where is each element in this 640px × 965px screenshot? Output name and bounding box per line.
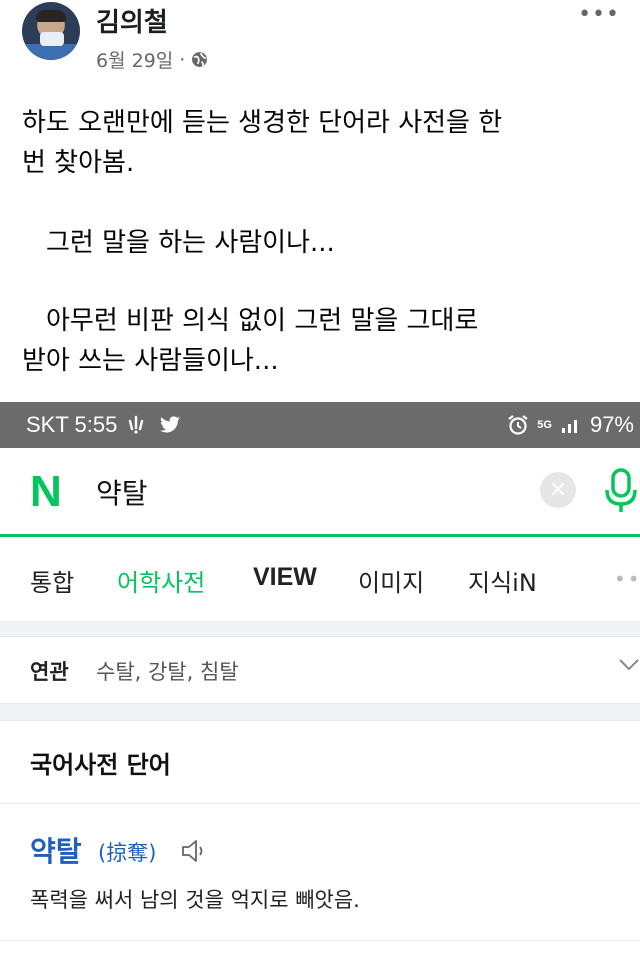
- phone-status-bar: SKT 5:55 5G 97%: [0, 402, 640, 448]
- post-date[interactable]: 6월 29일: [96, 46, 173, 73]
- alarm-icon: [508, 415, 528, 435]
- status-left: SKT 5:55: [26, 412, 181, 438]
- tab-integrated[interactable]: 통합: [30, 563, 74, 598]
- post-paragraph-2: 그런 말을 하는 사람이나...: [22, 223, 622, 263]
- tab-view[interactable]: VIEW: [253, 563, 317, 592]
- dictionary-definition: 폭력을 써서 남의 것을 억지로 빼앗음.: [30, 888, 360, 912]
- post-line: 번 찾아봄.: [22, 148, 135, 178]
- globe-icon[interactable]: [191, 51, 208, 68]
- divider: [0, 940, 640, 941]
- dictionary-word-link[interactable]: 약탈: [30, 830, 82, 870]
- twitter-icon: [160, 416, 181, 433]
- avatar-hair: [36, 10, 66, 22]
- battery-level: 97%: [589, 412, 634, 437]
- more-options-button[interactable]: •••: [578, 2, 620, 27]
- related-terms-row: 연관 수탈, 강탈, 침탈: [0, 638, 640, 703]
- section-gap: [0, 703, 640, 721]
- carrier-time: SKT 5:55: [26, 412, 118, 437]
- network-type: 5G: [537, 419, 552, 431]
- divider: [0, 803, 640, 804]
- search-input[interactable]: 약탈: [96, 472, 148, 512]
- signal-icon: [561, 420, 577, 433]
- status-right: 5G 97%: [507, 412, 634, 438]
- post-author[interactable]: 김의철: [96, 2, 168, 39]
- speaker-icon[interactable]: [180, 838, 208, 864]
- post-meta: 6월 29일 ·: [96, 46, 208, 73]
- post-paragraph-1: 하도 오랜만에 듣는 생경한 단어라 사전을 한 번 찾아봄.: [22, 103, 622, 183]
- avatar[interactable]: [22, 2, 80, 60]
- dictionary-hanja: (掠奪): [98, 841, 157, 865]
- meta-separator: ·: [179, 48, 186, 71]
- avatar-background: [22, 44, 80, 60]
- search-bar: N 약탈 ×: [0, 448, 640, 536]
- more-tabs-icon[interactable]: ••: [614, 567, 640, 591]
- chevron-down-icon[interactable]: [618, 654, 640, 676]
- tab-images[interactable]: 이미지: [358, 563, 424, 598]
- section-gap: [0, 621, 640, 637]
- search-tabs: 통합 어학사전 VIEW 이미지 지식iN ••: [0, 537, 640, 621]
- tab-dictionary[interactable]: 어학사전: [117, 563, 205, 598]
- dictionary-section-title: 국어사전 단어: [30, 751, 171, 779]
- facebook-post: 김의철 6월 29일 · ••• 하도 오랜만에 듣는 생경한 단어라 사전을 …: [0, 0, 640, 400]
- related-label: 연관: [30, 660, 69, 684]
- naver-logo[interactable]: N: [30, 470, 62, 514]
- post-line: 받아 쓰는 사람들이나...: [22, 346, 279, 376]
- notification-icon: [129, 415, 144, 434]
- mic-icon[interactable]: [604, 466, 640, 516]
- avatar-mask: [40, 32, 64, 46]
- post-paragraph-3: 아무런 비판 의식 없이 그런 말을 그대로 받아 쓰는 사람들이나...: [22, 301, 622, 381]
- post-line: 아무런 비판 의식 없이 그런 말을 그대로: [46, 306, 479, 336]
- tab-knowledge-in[interactable]: 지식iN: [468, 563, 537, 598]
- clear-search-button[interactable]: ×: [540, 472, 576, 508]
- post-line: 그런 말을 하는 사람이나...: [46, 228, 335, 258]
- related-terms[interactable]: 수탈, 강탈, 침탈: [96, 656, 239, 686]
- post-line: 하도 오랜만에 듣는 생경한 단어라 사전을 한: [22, 108, 503, 138]
